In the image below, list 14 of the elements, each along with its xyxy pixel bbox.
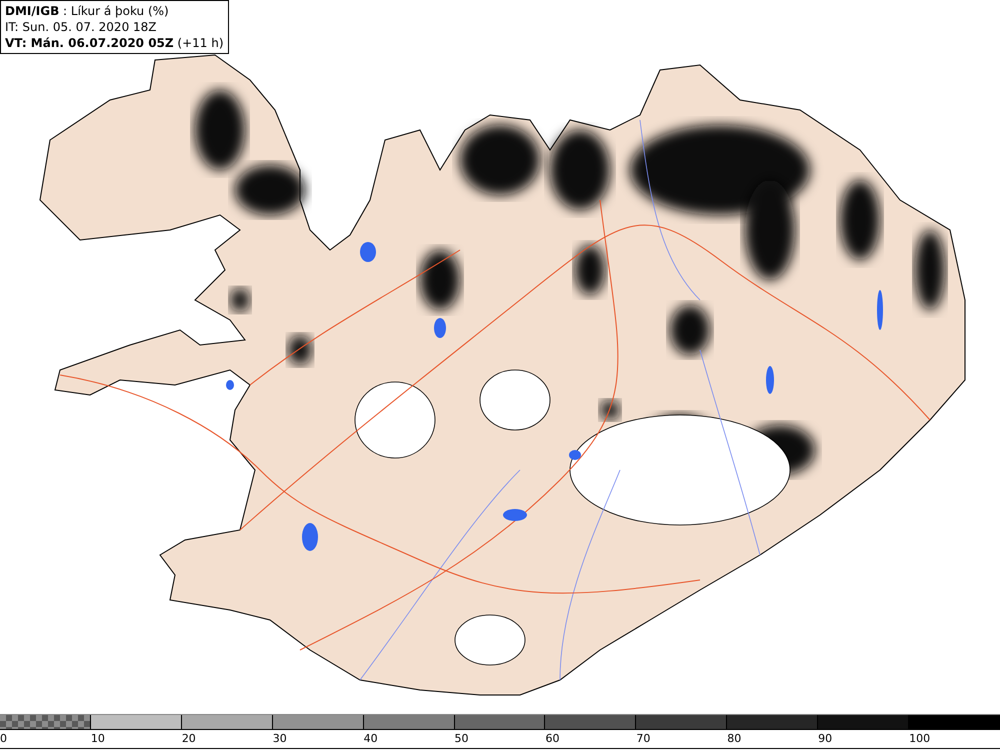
legend-label: 70 [636,732,650,745]
legend-label: 50 [454,732,469,745]
legend-label: 100 [909,732,930,745]
legend-label: 20 [182,732,196,745]
info-text: IT: Sun. 05. 07. 2020 18Z [5,19,158,35]
legend-label: 30 [272,732,287,745]
legend-label: 40 [364,732,378,745]
info-text: DMI/IGB : Líkur á þoku (%) [5,3,170,19]
info-text: VT: Mán. 06.07.2020 05Z (+11 h) [5,35,224,51]
legend-label: 90 [818,732,832,745]
legend-label: 0 [0,732,7,745]
legend-label: 80 [727,732,742,745]
legend-label: 10 [90,732,105,745]
legend-label: 60 [545,732,560,745]
